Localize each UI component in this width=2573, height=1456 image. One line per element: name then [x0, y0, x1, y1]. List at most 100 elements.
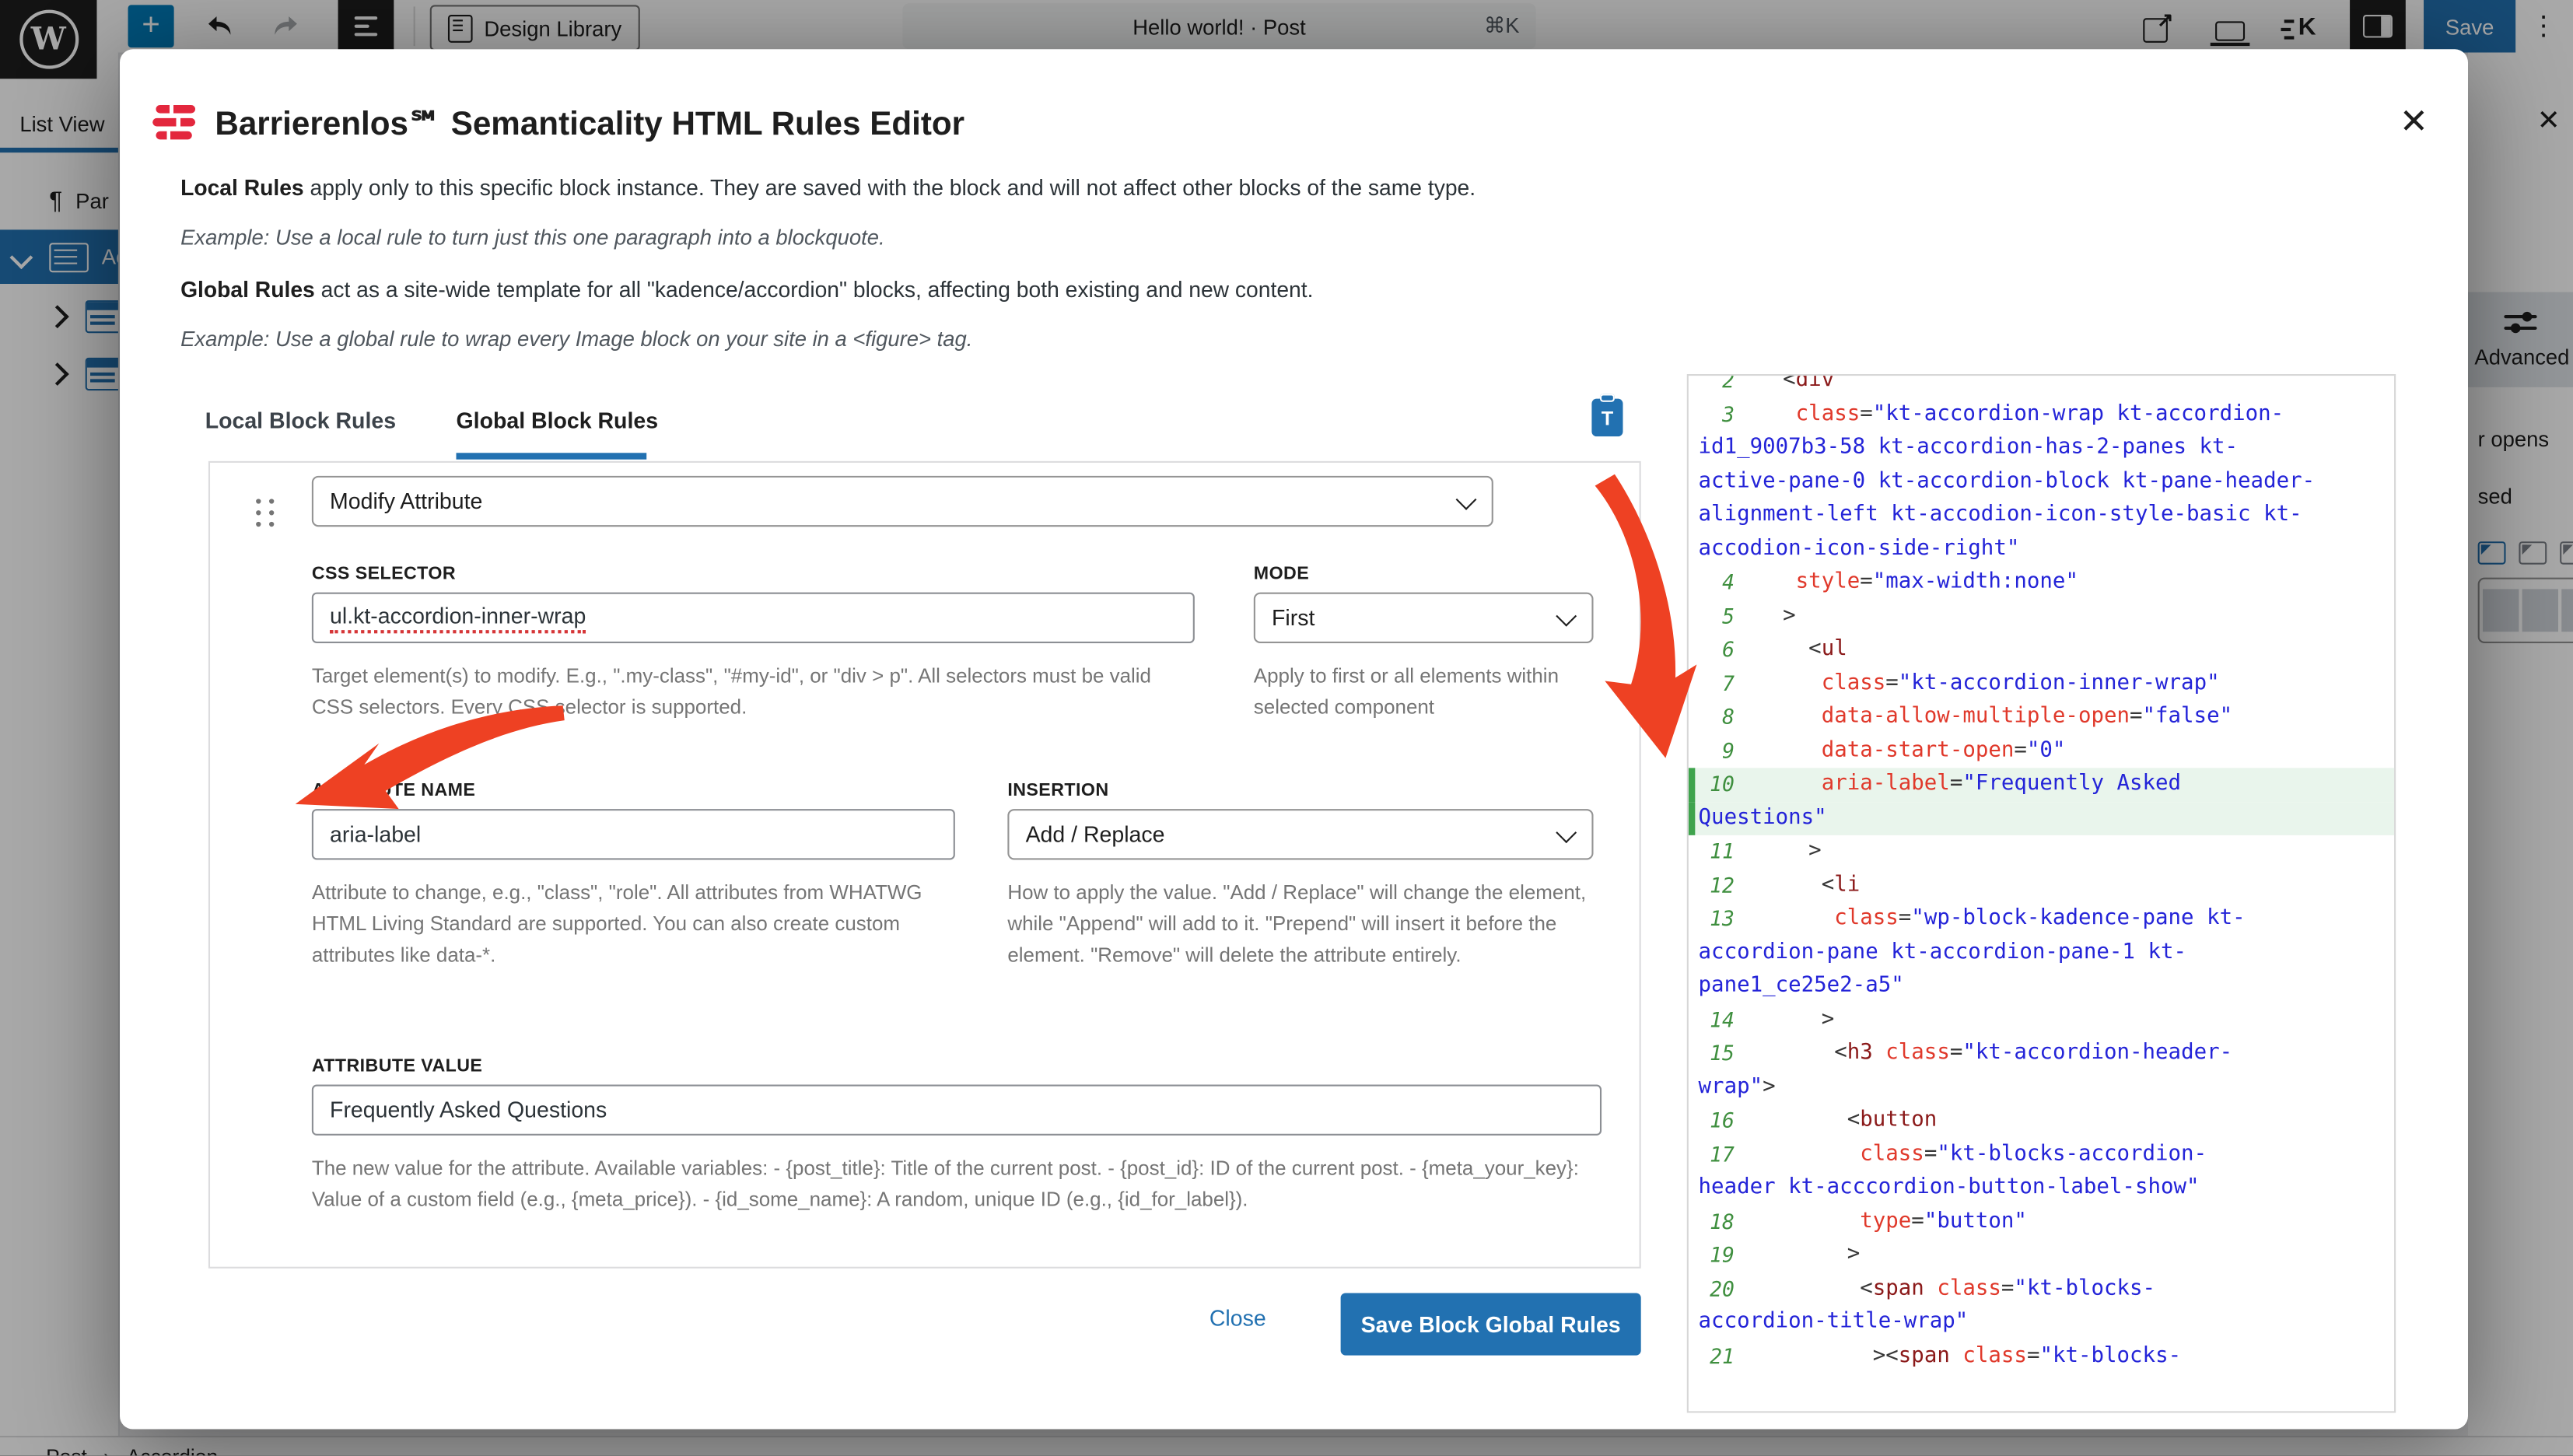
barrierenlos-logo-icon	[156, 105, 198, 145]
close-modal-button[interactable]: ✕	[2391, 99, 2437, 145]
code-row: 6 <ul	[1689, 633, 2394, 667]
code-row: 8 data-allow-multiple-open="false"	[1689, 701, 2394, 734]
code-line-number: 21	[1699, 1340, 1735, 1374]
code-line-text: alignment-left kt-accodion-icon-style-ba…	[1699, 499, 2302, 532]
code-line-text: ><span class="kt-blocks-	[1745, 1340, 2181, 1374]
code-line-text: <div	[1745, 374, 1835, 398]
code-line-text: class="wp-block-kadence-pane kt-	[1745, 902, 2246, 936]
global-rules-description: Global Rules act as a site-wide template…	[180, 278, 1313, 303]
code-line-text: aria-label="Frequently Asked	[1745, 768, 2181, 801]
code-row: 21 ><span class="kt-blocks-	[1689, 1340, 2394, 1374]
paste-rules-icon[interactable]: T	[1591, 399, 1623, 437]
drag-handle-icon[interactable]	[256, 499, 274, 527]
save-block-global-rules-button[interactable]: Save Block Global Rules	[1341, 1293, 1641, 1355]
css-selector-label: CSS SELECTOR	[312, 565, 456, 584]
code-row: accordion-title-wrap"	[1689, 1306, 2394, 1339]
html-preview-panel: 2 <div3 class="kt-accordion-wrap kt-acco…	[1687, 374, 2396, 1412]
code-line-number: 16	[1699, 1104, 1735, 1138]
attribute-value-input[interactable]	[312, 1085, 1602, 1136]
code-line-number: 2	[1699, 374, 1735, 398]
code-line-text: id1_9007b3-58 kt-accordion-has-2-panes k…	[1699, 432, 2239, 465]
attribute-name-help: Attribute to change, e.g., "class", "rol…	[312, 878, 971, 971]
code-row: alignment-left kt-accodion-icon-style-ba…	[1689, 499, 2394, 532]
code-line-number: 17	[1699, 1138, 1735, 1171]
code-line-text: class="kt-accordion-inner-wrap"	[1745, 667, 2220, 701]
chevron-down-icon	[1556, 822, 1577, 843]
code-line-number: 18	[1699, 1206, 1735, 1239]
code-line-text: <ul	[1745, 633, 1847, 667]
attribute-value-help: The new value for the attribute. Availab…	[312, 1153, 1615, 1216]
tab-global-block-rules[interactable]: Global Block Rules	[456, 408, 658, 433]
insertion-help: How to apply the value. "Add / Replace" …	[1007, 878, 1588, 971]
code-line-text: <li	[1745, 869, 1861, 902]
code-row: 4 style="max-width:none"	[1689, 566, 2394, 600]
code-line-text: >	[1745, 1003, 1835, 1037]
code-row: 3 class="kt-accordion-wrap kt-accordion-	[1689, 398, 2394, 432]
rules-editor-modal: Barrierenlos℠ Semanticality HTML Rules E…	[120, 49, 2468, 1429]
code-row: 14 >	[1689, 1003, 2394, 1037]
code-row: 19 >	[1689, 1239, 2394, 1272]
code-row: 15 <h3 class="kt-accordion-header-	[1689, 1037, 2394, 1070]
code-line-text: >	[1745, 1239, 1861, 1272]
code-line-text: class="kt-accordion-wrap kt-accordion-	[1745, 398, 2284, 432]
code-row: 16 <button	[1689, 1104, 2394, 1138]
code-row: Questions"	[1689, 802, 2394, 835]
code-row: 20 <span class="kt-blocks-	[1689, 1272, 2394, 1306]
code-row: 5 >	[1689, 600, 2394, 633]
code-line-text: >	[1745, 835, 1822, 869]
active-tab-underline	[456, 453, 646, 459]
code-line-number: 13	[1699, 902, 1735, 936]
code-line-number: 19	[1699, 1239, 1735, 1272]
code-line-number: 3	[1699, 398, 1735, 432]
code-line-text: accodion-icon-side-right"	[1699, 533, 2020, 566]
tab-local-block-rules[interactable]: Local Block Rules	[205, 408, 396, 433]
code-line-text: header kt-acccordion-button-label-show"	[1699, 1171, 2200, 1205]
code-row: 7 class="kt-accordion-inner-wrap"	[1689, 667, 2394, 701]
code-row: 2 <div	[1689, 374, 2394, 398]
local-rules-description: Local Rules apply only to this specific …	[180, 176, 1476, 201]
rule-action-select[interactable]: Modify Attribute	[312, 476, 1493, 527]
chevron-down-icon	[1556, 606, 1577, 627]
code-line-text: type="button"	[1745, 1206, 2027, 1239]
code-row: 12 <li	[1689, 869, 2394, 902]
code-row: active-pane-0 kt-accordion-block kt-pane…	[1689, 465, 2394, 499]
code-line-text: data-start-open="0"	[1745, 734, 2066, 768]
code-row: id1_9007b3-58 kt-accordion-has-2-panes k…	[1689, 432, 2394, 465]
css-selector-input[interactable]: ul.kt-accordion-inner-wrap	[312, 593, 1195, 643]
code-row: 17 class="kt-blocks-accordion-	[1689, 1138, 2394, 1171]
code-line-text: data-allow-multiple-open="false"	[1745, 701, 2233, 734]
code-row: accodion-icon-side-right"	[1689, 533, 2394, 566]
code-line-text: class="kt-blocks-accordion-	[1745, 1138, 2207, 1171]
mode-label: MODE	[1254, 565, 1309, 584]
rules-list-container: Modify Attribute CSS SELECTOR ul.kt-acco…	[208, 461, 1641, 1269]
code-row: 11 >	[1689, 835, 2394, 869]
code-line-text: accordion-title-wrap"	[1699, 1306, 1969, 1339]
code-line-text: <button	[1745, 1104, 1938, 1138]
code-line-number: 20	[1699, 1272, 1735, 1306]
close-button[interactable]: Close	[1209, 1306, 1266, 1331]
local-rules-example: Example: Use a local rule to turn just t…	[180, 225, 885, 250]
code-line-text: active-pane-0 kt-accordion-block kt-pane…	[1699, 465, 2316, 499]
code-line-text: style="max-width:none"	[1745, 566, 2078, 600]
code-line-text: <span class="kt-blocks-	[1745, 1272, 2155, 1306]
mode-select[interactable]: First	[1254, 593, 1594, 643]
insertion-select[interactable]: Add / Replace	[1007, 809, 1593, 859]
chevron-down-icon	[1456, 489, 1477, 510]
insertion-label: INSERTION	[1007, 781, 1108, 800]
modal-title: Barrierenlos℠ Semanticality HTML Rules E…	[215, 103, 964, 145]
code-row: 13 class="wp-block-kadence-pane kt-	[1689, 902, 2394, 936]
code-row: 9 data-start-open="0"	[1689, 734, 2394, 768]
code-row: 10 aria-label="Frequently Asked	[1689, 768, 2394, 801]
mode-help: Apply to first or all elements within se…	[1254, 661, 1609, 723]
code-line-text: <h3 class="kt-accordion-header-	[1745, 1037, 2233, 1070]
code-row: pane1_ce25e2-a5"	[1689, 970, 2394, 1003]
code-line-text: Questions"	[1699, 802, 1827, 835]
code-row: wrap">	[1689, 1071, 2394, 1104]
global-rules-example: Example: Use a global rule to wrap every…	[180, 327, 972, 352]
attribute-value-label: ATTRIBUTE VALUE	[312, 1057, 482, 1076]
code-row: header kt-acccordion-button-label-show"	[1689, 1171, 2394, 1205]
code-line-text: wrap">	[1699, 1071, 1776, 1104]
code-line-number: 14	[1699, 1003, 1735, 1037]
code-line-text: >	[1745, 600, 1796, 633]
code-line-text: pane1_ce25e2-a5"	[1699, 970, 1904, 1003]
